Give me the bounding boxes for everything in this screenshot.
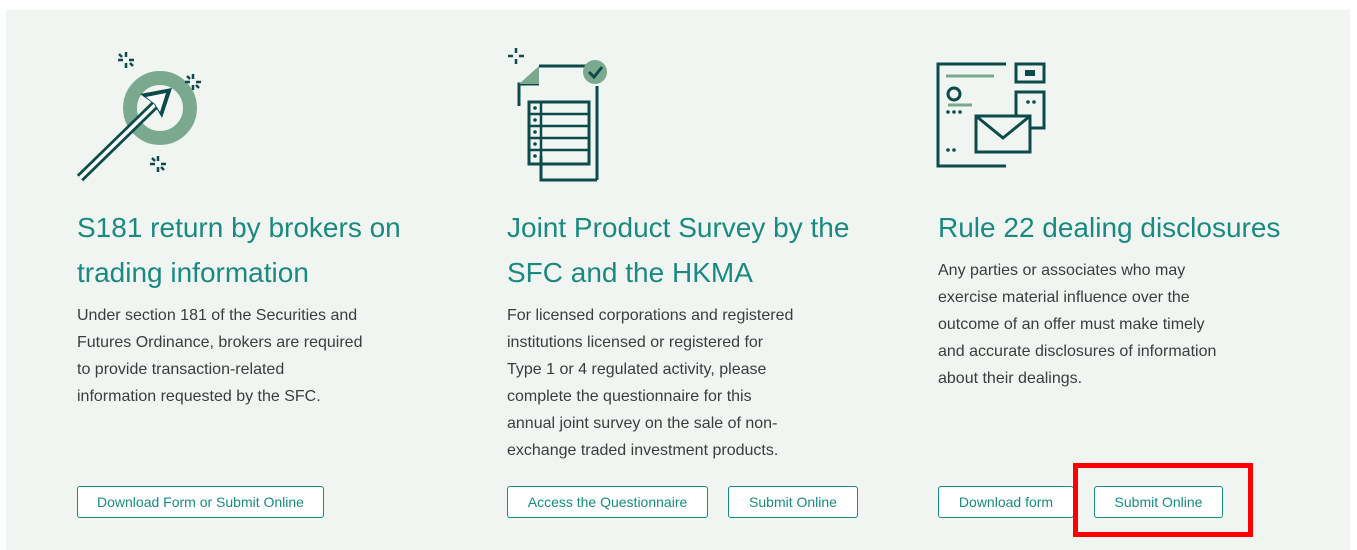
access-questionnaire-button[interactable]: Access the Questionnaire: [507, 486, 708, 518]
survey-document-icon: [508, 48, 607, 182]
card-title: S181 return by brokers on trading inform…: [77, 212, 401, 288]
card-description: Any parties or associates who may exerci…: [938, 262, 1217, 387]
card-title: Joint Product Survey by the SFC and the …: [507, 212, 850, 288]
download-form-or-submit-online-button[interactable]: Download Form or Submit Online: [77, 486, 324, 518]
card-description: For licensed corporations and registered…: [507, 307, 794, 459]
card-description: Under section 181 of the Securities and …: [77, 307, 363, 405]
card-title: Rule 22 dealing disclosures: [938, 212, 1281, 243]
submit-online-button[interactable]: Submit Online: [728, 486, 858, 518]
download-form-button[interactable]: Download form: [938, 486, 1074, 518]
documents-envelope-icon: [936, 62, 1046, 168]
target-arrow-icon: [76, 52, 201, 182]
submit-online-button[interactable]: Submit Online: [1094, 486, 1223, 518]
